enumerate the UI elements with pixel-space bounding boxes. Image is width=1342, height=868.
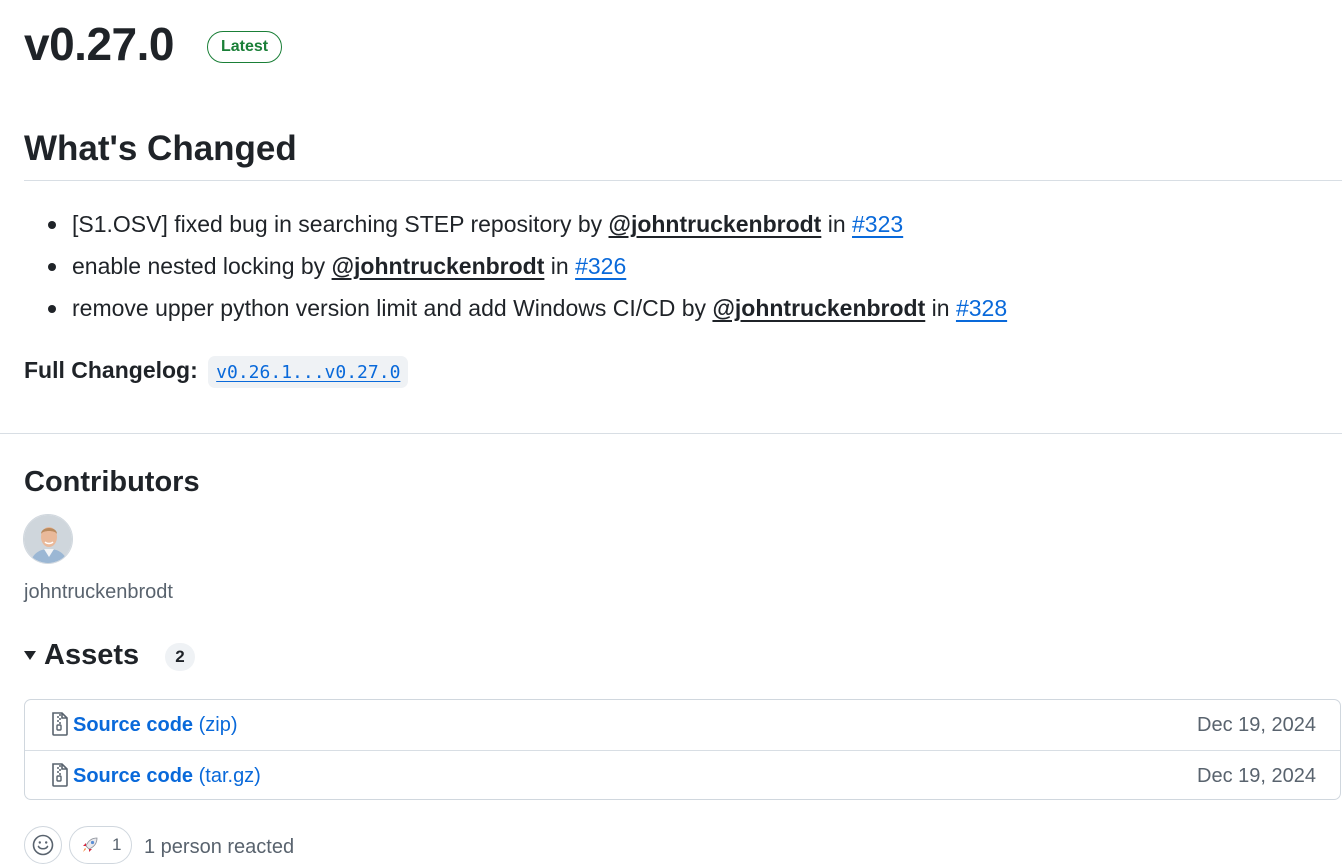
assets-count-badge: 2 xyxy=(165,643,195,671)
bullet-icon xyxy=(48,305,56,313)
author-mention-link[interactable]: @johntruckenbrodt xyxy=(609,211,822,237)
file-zip-icon xyxy=(51,712,69,741)
author-mention-link[interactable]: @johntruckenbrodt xyxy=(712,295,925,321)
file-zip-icon xyxy=(51,763,69,792)
divider xyxy=(24,180,1342,181)
release-title: v0.27.0 xyxy=(24,18,174,70)
asset-name: Source code xyxy=(73,765,194,787)
latest-badge: Latest xyxy=(207,31,283,63)
change-in-text: in xyxy=(925,295,956,321)
reaction-summary: 1 person reacted xyxy=(144,836,295,858)
pull-request-link[interactable]: #323 xyxy=(852,211,903,237)
change-text: remove upper python version limit and ad… xyxy=(72,295,713,321)
change-in-text: in xyxy=(544,253,576,279)
assets-list: Source code (zip) Dec 19, 2024 Source co… xyxy=(24,699,1341,800)
full-changelog: Full Changelog: v0.26.1...v0.27.0 xyxy=(24,352,409,388)
changes-list: [S1.OSV] fixed bug in searching STEP rep… xyxy=(24,203,1007,329)
full-changelog-label: Full Changelog xyxy=(24,357,191,383)
divider xyxy=(0,433,1342,434)
asset-date: Dec 19, 2024 xyxy=(1197,765,1316,787)
list-item: remove upper python version limit and ad… xyxy=(24,287,1007,329)
pull-request-link[interactable]: #326 xyxy=(575,253,626,279)
author-mention-link[interactable]: @johntruckenbrodt xyxy=(332,253,545,279)
list-item: enable nested locking by @johntruckenbro… xyxy=(24,245,1007,287)
asset-date: Dec 19, 2024 xyxy=(1197,714,1316,736)
avatar[interactable] xyxy=(23,514,73,564)
asset-download-link[interactable]: Source code (zip) xyxy=(73,712,238,738)
asset-type: (tar.gz) xyxy=(198,765,261,787)
rocket-reaction-button[interactable]: 1 xyxy=(69,826,132,864)
contributors-heading: Contributors xyxy=(24,466,200,498)
asset-row: Source code (tar.gz) Dec 19, 2024 xyxy=(25,750,1340,801)
pull-request-link[interactable]: #328 xyxy=(956,295,1007,321)
compare-link[interactable]: v0.26.1...v0.27.0 xyxy=(208,355,409,388)
change-text: enable nested locking by xyxy=(72,253,332,279)
assets-heading: Assets xyxy=(44,639,140,671)
change-text: [S1.OSV] fixed bug in searching STEP rep… xyxy=(72,211,609,237)
whats-changed-heading: What's Changed xyxy=(24,129,297,168)
asset-download-link[interactable]: Source code (tar.gz) xyxy=(73,763,261,789)
bullet-icon xyxy=(48,221,56,229)
add-reaction-button[interactable] xyxy=(24,826,62,864)
asset-row: Source code (zip) Dec 19, 2024 xyxy=(25,700,1340,750)
triangle-down-icon xyxy=(24,650,36,660)
change-in-text: in xyxy=(821,211,853,237)
assets-toggle[interactable]: Assets xyxy=(24,636,139,674)
contributor-name[interactable]: johntruckenbrodt xyxy=(24,578,173,606)
avatar-image xyxy=(24,515,72,563)
asset-name: Source code xyxy=(73,714,194,736)
asset-type: (zip) xyxy=(198,714,238,736)
full-changelog-separator: : xyxy=(190,357,205,383)
list-item: [S1.OSV] fixed bug in searching STEP rep… xyxy=(24,203,1007,245)
reaction-count: 1 xyxy=(112,835,122,854)
rocket-icon xyxy=(83,837,98,852)
bullet-icon xyxy=(48,263,56,271)
smiley-icon xyxy=(32,834,54,856)
